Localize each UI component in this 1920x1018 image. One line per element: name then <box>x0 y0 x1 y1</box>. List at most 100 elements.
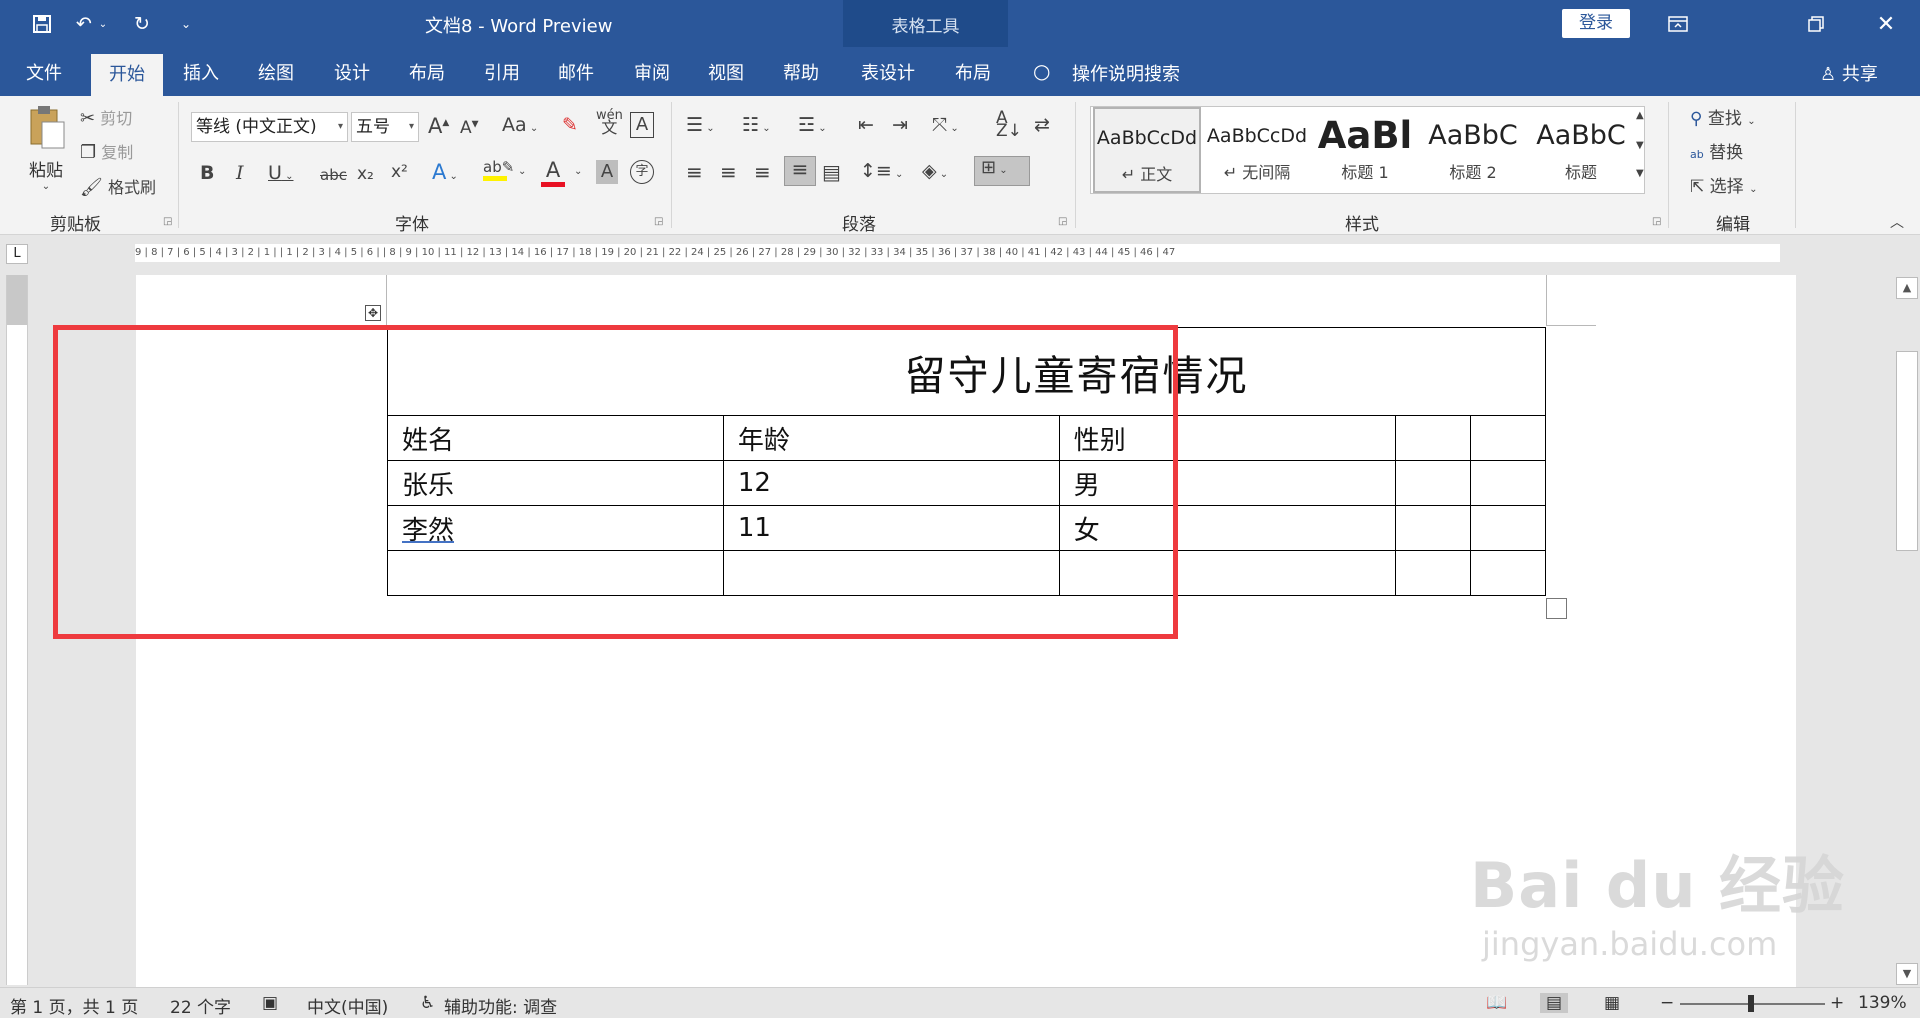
style-item[interactable]: AaBbC 标题 <box>1527 107 1635 193</box>
enclose-characters-button[interactable]: 字 <box>630 160 654 184</box>
scroll-down-icon[interactable]: ▼ <box>1896 963 1918 985</box>
format-painter-button[interactable]: 🖌 格式刷 <box>80 174 156 198</box>
font-color-button[interactable]: A <box>541 158 565 187</box>
tab-references[interactable]: 引用 <box>484 59 520 85</box>
tell-me-search[interactable]: 操作说明搜索 <box>1072 60 1180 86</box>
styles-scroll-down-icon[interactable]: ▼ <box>1636 140 1644 151</box>
table-cell[interactable] <box>1394 505 1471 551</box>
borders-button[interactable]: ⊞ ⌄ <box>974 156 1030 186</box>
undo-dropdown-icon[interactable]: ⌄ <box>96 10 110 38</box>
align-left-button[interactable]: ≡ <box>686 160 703 184</box>
phonetic-guide-button[interactable]: wén 文 <box>596 109 623 136</box>
style-item[interactable]: AaBbCcDd ↵ 正文 <box>1093 107 1201 193</box>
tab-insert[interactable]: 插入 <box>183 59 219 85</box>
read-mode-icon[interactable]: 📖 <box>1486 993 1507 1013</box>
table-cell[interactable] <box>1394 550 1471 596</box>
strikethrough-button[interactable]: abc <box>320 166 347 184</box>
tab-selector-icon[interactable]: L <box>6 244 28 264</box>
language-indicator[interactable]: 中文(中国) <box>307 993 388 1018</box>
tab-view[interactable]: 视图 <box>708 59 744 85</box>
proofing-icon[interactable]: ▣ <box>262 993 278 1013</box>
line-spacing-button[interactable]: ↕≡ ⌄ <box>860 160 903 182</box>
bullets-button[interactable]: ☰ ⌄ <box>686 114 715 136</box>
cut-button[interactable]: ✂ 剪切 <box>80 105 132 129</box>
tab-draw[interactable]: 绘图 <box>258 59 294 85</box>
tab-review[interactable]: 审阅 <box>634 59 670 85</box>
tab-design[interactable]: 设计 <box>334 59 370 85</box>
highlight-dropdown-icon[interactable]: ⌄ <box>518 166 526 177</box>
subscript-button[interactable]: x₂ <box>357 164 374 184</box>
paragraph-launcher-icon[interactable]: ◲ <box>1058 216 1067 227</box>
align-center-button[interactable]: ≡ <box>720 160 737 184</box>
tab-help[interactable]: 帮助 <box>783 59 819 85</box>
tab-table-design[interactable]: 表设计 <box>861 59 915 85</box>
word-count[interactable]: 22 个字 <box>170 993 231 1018</box>
table-cell[interactable] <box>1469 460 1547 506</box>
paste-button[interactable]: 粘贴 ⌄ <box>22 104 70 192</box>
clear-formatting-button[interactable]: ✎ <box>562 114 578 136</box>
table-header-cell[interactable] <box>1394 415 1471 461</box>
table-header-cell[interactable] <box>1469 415 1547 461</box>
table-resize-handle[interactable] <box>1546 598 1567 619</box>
lightbulb-icon[interactable]: ○ <box>1033 59 1050 83</box>
collapse-ribbon-icon[interactable]: ︿ <box>1890 212 1904 232</box>
table-cell[interactable] <box>1469 505 1547 551</box>
table-cell[interactable] <box>1469 550 1547 596</box>
vertical-scrollbar[interactable]: ▲ ▼ <box>1893 275 1920 987</box>
decrease-indent-button[interactable]: ⇤ <box>858 114 874 136</box>
italic-button[interactable]: I <box>236 162 244 184</box>
find-button[interactable]: ⚲ 查找 ⌄ <box>1690 104 1756 129</box>
show-marks-button[interactable]: ⇄ <box>1034 114 1050 136</box>
save-icon[interactable] <box>28 10 56 38</box>
bold-button[interactable]: B <box>200 162 214 184</box>
login-button[interactable]: 登录 <box>1562 9 1630 38</box>
style-item[interactable]: AaBl 标题 1 <box>1311 107 1419 193</box>
share-button[interactable]: ♙ 共享 <box>1820 60 1878 86</box>
zoom-level[interactable]: 139% <box>1858 993 1907 1013</box>
underline-button[interactable]: U ⌄ <box>268 162 293 184</box>
multilevel-list-button[interactable]: ☲ ⌄ <box>798 114 827 136</box>
ruler-track[interactable]: 9 | 8 | 7 | 6 | 5 | 4 | 3 | 2 | 1 | | 1 … <box>135 244 1780 262</box>
scroll-up-icon[interactable]: ▲ <box>1896 277 1918 299</box>
style-item[interactable]: AaBbCcDd ↵ 无间隔 <box>1203 107 1311 193</box>
style-item[interactable]: AaBbC 标题 2 <box>1419 107 1527 193</box>
close-icon[interactable]: ✕ <box>1872 10 1900 38</box>
ribbon-display-icon[interactable] <box>1664 10 1692 38</box>
font-name-combo[interactable]: 等线 (中文正文) ▾ <box>191 112 348 142</box>
styles-launcher-icon[interactable]: ◲ <box>1652 216 1661 227</box>
shrink-font-button[interactable]: A▼ <box>460 118 479 138</box>
sort-button[interactable]: A Z↓ <box>996 110 1022 140</box>
paste-dropdown-icon[interactable]: ⌄ <box>22 181 70 192</box>
redo-icon[interactable]: ↻ <box>128 10 156 38</box>
table-move-handle-icon[interactable]: ✥ <box>365 305 381 321</box>
character-border-button[interactable]: A <box>630 112 654 138</box>
tab-layout[interactable]: 布局 <box>409 59 445 85</box>
copy-button[interactable]: ❐ 复制 <box>80 139 133 163</box>
text-effects-button[interactable]: A ⌄ <box>432 160 458 184</box>
tab-mailings[interactable]: 邮件 <box>558 59 594 85</box>
asian-layout-button[interactable]: ⤧ ⌄ <box>932 114 959 136</box>
select-button[interactable]: ⇱ 选择 ⌄ <box>1690 172 1757 197</box>
tab-home[interactable]: 开始 <box>91 54 163 96</box>
styles-more-icon[interactable]: ▼ <box>1636 168 1644 179</box>
tab-file[interactable]: 文件 <box>26 59 62 85</box>
font-launcher-icon[interactable]: ◲ <box>654 216 663 227</box>
align-right-button[interactable]: ≡ <box>754 160 771 184</box>
page-count[interactable]: 第 1 页，共 1 页 <box>10 993 138 1018</box>
replace-button[interactable]: ab 替换 <box>1690 138 1743 163</box>
undo-icon[interactable]: ↶ <box>70 10 98 38</box>
restore-icon[interactable] <box>1802 10 1830 38</box>
zoom-out-button[interactable]: − <box>1660 993 1674 1013</box>
customize-qat-icon[interactable]: ⌄ <box>172 10 200 38</box>
font-color-dropdown-icon[interactable]: ⌄ <box>574 166 582 177</box>
clipboard-launcher-icon[interactable]: ◲ <box>163 216 172 227</box>
distributed-button[interactable]: ▤ <box>822 160 841 184</box>
zoom-slider-thumb[interactable] <box>1748 995 1755 1012</box>
vertical-ruler[interactable] <box>6 275 28 985</box>
accessibility-status[interactable]: 辅助功能: 调查 <box>444 993 557 1018</box>
print-layout-icon[interactable]: ▤ <box>1540 993 1569 1013</box>
scroll-thumb[interactable] <box>1896 351 1918 551</box>
grow-font-button[interactable]: A▲ <box>428 114 449 138</box>
font-size-combo[interactable]: 五号 ▾ <box>351 112 419 142</box>
styles-scroll-up-icon[interactable]: ▲ <box>1636 110 1644 121</box>
